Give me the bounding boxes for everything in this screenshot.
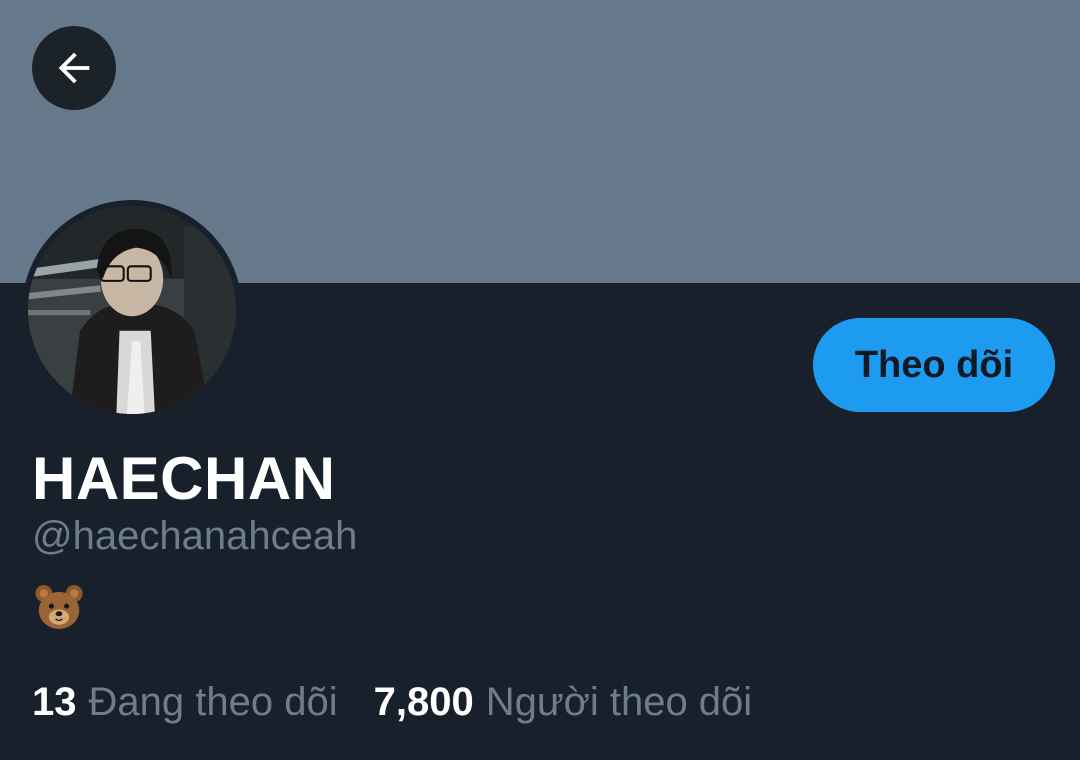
follow-button[interactable]: Theo dõi — [813, 318, 1055, 412]
profile-screen: Theo dõi HAECHAN @haechanahceah 13 Đang … — [0, 0, 1080, 760]
back-button[interactable] — [32, 26, 116, 110]
following-count: 13 — [32, 680, 77, 724]
display-name: HAECHAN — [32, 445, 336, 512]
followers-stat[interactable]: 7,800 Người theo dõi — [374, 680, 753, 725]
followers-count: 7,800 — [373, 680, 474, 724]
bio — [32, 580, 86, 634]
following-stat[interactable]: 13 Đang theo dõi — [32, 680, 338, 725]
bear-face-icon — [35, 585, 83, 629]
profile-stats: 13 Đang theo dõi 7,800 Người theo dõi — [32, 680, 752, 725]
followers-label: Người theo dõi — [485, 680, 753, 724]
following-label: Đang theo dõi — [88, 680, 338, 724]
avatar-photo — [28, 206, 236, 414]
arrow-left-icon — [58, 52, 90, 84]
avatar[interactable] — [22, 200, 242, 420]
user-handle: @haechanahceah — [32, 514, 358, 558]
